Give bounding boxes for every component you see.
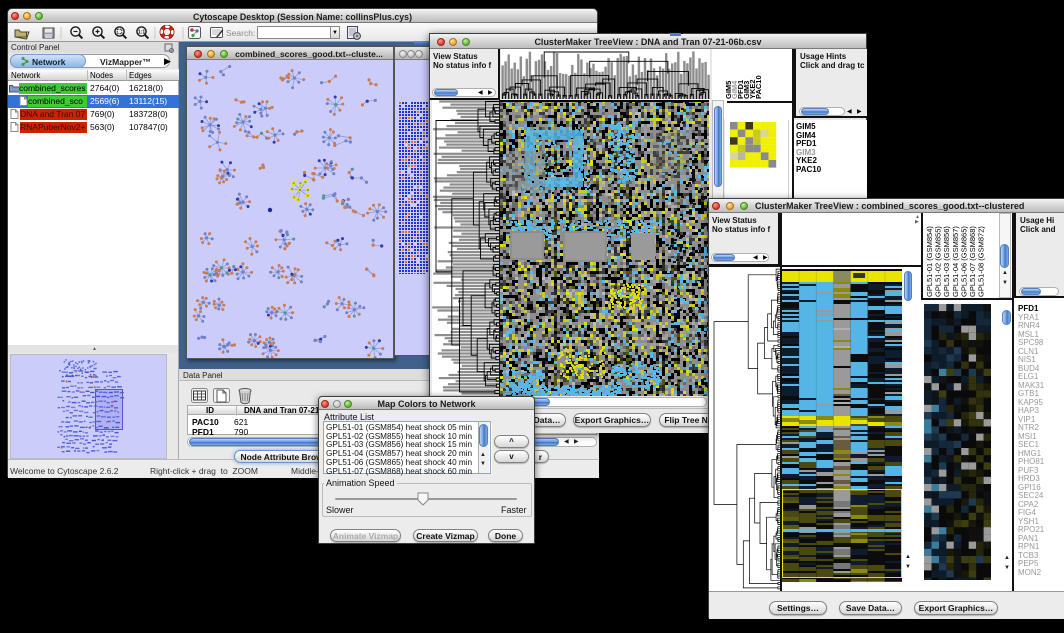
svg-text:1:1: 1:1 [138,30,145,36]
svg-text:PAC10: PAC10 [754,75,763,99]
svg-text:GPL51-08 (GSM872): GPL51-08 (GSM872) [977,226,986,297]
